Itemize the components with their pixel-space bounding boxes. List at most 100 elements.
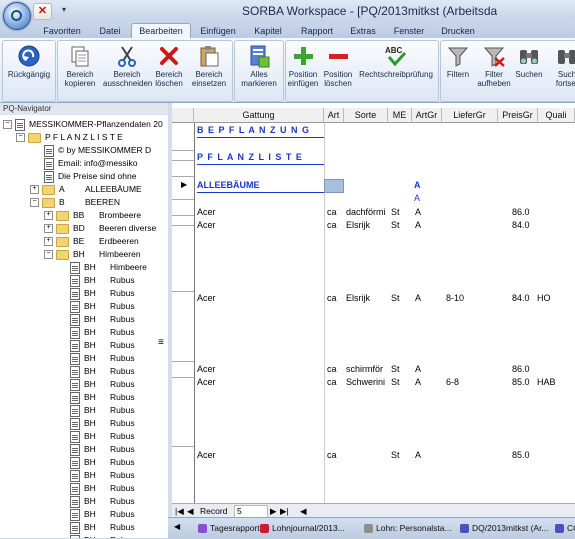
tree-folder-item[interactable]: + BD Beeren diverse	[44, 222, 156, 235]
cell-art[interactable]: ca	[327, 220, 337, 231]
tab-drucken[interactable]: Drucken	[437, 24, 479, 38]
cell-art[interactable]: ca	[327, 377, 337, 388]
tree-doc-item[interactable]: BHRubus	[70, 274, 135, 287]
tree-doc-item[interactable]: BHRubus	[70, 469, 135, 482]
expand-icon[interactable]: +	[44, 224, 53, 234]
delete-range-button[interactable]: Bereich löschen	[152, 44, 186, 88]
cell-artgr[interactable]: A	[415, 364, 421, 375]
cell-gattung[interactable]: Acer	[197, 364, 216, 375]
taskbar-window-button[interactable]: Tagesrapport	[198, 521, 260, 535]
tree-doc-item[interactable]: © by MESSIKOMMER D	[44, 144, 151, 157]
cell-me[interactable]: St	[391, 293, 400, 304]
tab-fenster[interactable]: Fenster	[389, 24, 429, 38]
tab-einfuegen[interactable]: Einfügen	[194, 24, 242, 38]
col-header-liefergr[interactable]: LieferGr	[442, 108, 498, 123]
cell-sorte[interactable]: dachförmi	[346, 207, 386, 218]
tab-datei[interactable]: Datei	[92, 24, 128, 38]
tree-doc-item[interactable]: BHRubus	[70, 430, 135, 443]
tree-root[interactable]: − MESSIKOMMER-Pflanzendaten 20	[3, 118, 163, 131]
cell-me[interactable]: St	[391, 364, 400, 375]
tree-doc-item[interactable]: BHRubus	[70, 404, 135, 417]
cell-artgr[interactable]: A	[415, 450, 421, 461]
tree-doc-item[interactable]: BHRubus	[70, 521, 135, 534]
cell-gattung[interactable]: Acer	[197, 377, 216, 388]
filter-button[interactable]: Filtern	[443, 44, 473, 79]
tree-doc-item[interactable]: BHRubus	[70, 443, 135, 456]
tree-doc-item[interactable]: BHRubus	[70, 339, 135, 352]
tab-kapitel[interactable]: Kapitel	[248, 24, 288, 38]
tree-doc-item[interactable]: BHRubus	[70, 378, 135, 391]
tab-rapport[interactable]: Rapport	[296, 24, 338, 38]
copy-range-button[interactable]: Bereich kopieren	[60, 44, 100, 88]
collapse-icon[interactable]: −	[30, 198, 39, 208]
tab-bearbeiten[interactable]: Bearbeiten	[131, 23, 191, 38]
tree-folder-item[interactable]: + BB Brombeere	[44, 209, 141, 222]
cell-preisgr[interactable]: 84.0	[512, 293, 530, 304]
app-menu-button[interactable]	[3, 2, 31, 30]
cell-sorte[interactable]: Schwerini	[346, 377, 385, 388]
taskbar-window-button[interactable]: DQ/2013mitkst (Ar...	[460, 521, 549, 535]
col-header-me[interactable]: ME	[388, 108, 412, 123]
last-record-button[interactable]: ▶|	[280, 504, 289, 518]
tree-doc-item[interactable]: Die Preise sind ohne	[44, 170, 136, 183]
tree-folder-item[interactable]: − B BEEREN	[30, 196, 120, 209]
tree-doc-item[interactable]: BHRubus	[70, 534, 135, 538]
cell-preisgr[interactable]: 84.0	[512, 220, 530, 231]
tree-doc-item[interactable]: BH Himbeere	[70, 261, 147, 274]
cell-liefergr[interactable]: 8-10	[446, 293, 464, 304]
cell-artgr[interactable]: A	[415, 377, 421, 388]
taskbar-window-button[interactable]: Lohnjournal/2013...	[260, 521, 345, 535]
cell-artgr[interactable]: A	[415, 220, 421, 231]
remove-filter-button[interactable]: Filter aufheben	[475, 44, 513, 88]
quick-access-dropdown[interactable]: ▾	[62, 5, 66, 14]
tab-extras[interactable]: Extras	[346, 24, 380, 38]
col-header-gattung[interactable]: Gattung	[194, 108, 324, 123]
taskbar-window-button[interactable]: Lohn: Personalsta...	[364, 521, 452, 535]
tree-doc-item[interactable]: BHRubus	[70, 365, 135, 378]
cell-art[interactable]: ca	[327, 293, 337, 304]
tree-doc-item[interactable]: BHRubus	[70, 326, 135, 339]
tree-doc-item[interactable]: BHRubus	[70, 352, 135, 365]
col-header-quali[interactable]: Quali	[538, 108, 575, 123]
prev-record-button[interactable]: ◀	[187, 504, 194, 518]
select-all-button[interactable]: Alles markieren	[237, 44, 281, 88]
collapse-icon[interactable]: −	[16, 133, 25, 143]
cell-art[interactable]: ca	[327, 364, 337, 375]
search-next-button[interactable]: Such fortset	[549, 44, 575, 88]
col-header-artgr[interactable]: ArtGr	[412, 108, 442, 123]
collapse-icon[interactable]: −	[3, 120, 12, 130]
tab-favoriten[interactable]: Favoriten	[36, 24, 88, 38]
tree-doc-item[interactable]: BHRubus	[70, 456, 135, 469]
taskbar-window-button[interactable]: CQ	[555, 521, 575, 535]
insert-position-button[interactable]: Position einfügen	[286, 44, 320, 88]
first-record-button[interactable]: |◀	[175, 504, 184, 518]
cell-me[interactable]: St	[391, 377, 400, 388]
cut-range-button[interactable]: Bereich ausschneiden	[103, 44, 152, 88]
expand-icon[interactable]: +	[44, 211, 53, 221]
spellcheck-button[interactable]: ABC Rechtschreibprüfung	[356, 44, 436, 79]
undo-button[interactable]: Rückgängig	[5, 44, 53, 79]
cell-liefergr[interactable]: 6-8	[446, 377, 459, 388]
cell-artgr[interactable]: A	[415, 207, 421, 218]
tree-doc-item[interactable]: BHRubus	[70, 287, 135, 300]
tree-folder-item[interactable]: + BE Erdbeeren	[44, 235, 139, 248]
cell-preisgr[interactable]: 86.0	[512, 207, 530, 218]
cell-sorte[interactable]: schirmför	[346, 364, 383, 375]
tree-doc-item[interactable]: BHRubus	[70, 417, 135, 430]
next-record-button[interactable]: ▶	[270, 504, 277, 518]
tree-doc-item[interactable]: BHRubus	[70, 495, 135, 508]
taskbar-scroll-left-button[interactable]: ◀	[174, 522, 180, 531]
tree-doc-item[interactable]: Email: info@messiko	[44, 157, 137, 170]
cell-me[interactable]: St	[391, 220, 400, 231]
cell-preisgr[interactable]: 85.0	[512, 450, 530, 461]
cell-artgr[interactable]: A	[415, 293, 421, 304]
search-button[interactable]: Suchen	[513, 44, 545, 79]
tree-doc-item[interactable]: BHRubus	[70, 313, 135, 326]
col-header-preisgr[interactable]: PreisGr	[498, 108, 538, 123]
cell-me[interactable]: St	[391, 207, 400, 218]
expand-icon[interactable]: +	[30, 185, 39, 195]
cell-quali[interactable]: HO	[537, 293, 551, 304]
cell-gattung[interactable]: Acer	[197, 207, 216, 218]
hscroll-left-button[interactable]: ◀	[300, 504, 307, 518]
cell-sorte[interactable]: Elsrijk	[346, 293, 370, 304]
